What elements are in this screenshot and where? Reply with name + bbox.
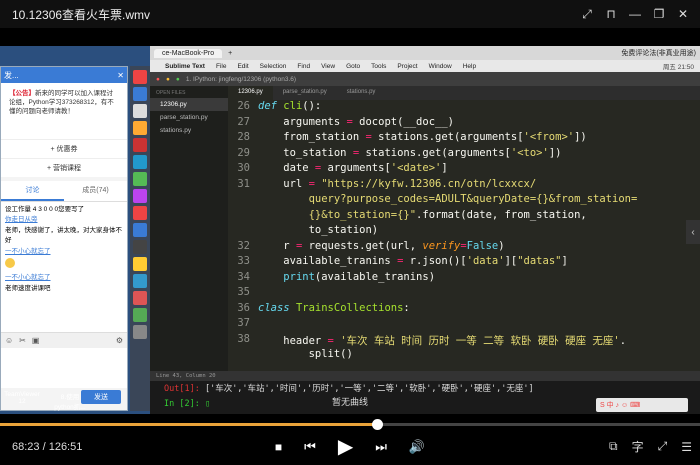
chat-toolbar: ☺ ✂ ▣ ⚙	[1, 332, 127, 348]
smile-emoji-icon	[5, 257, 15, 268]
app-icon[interactable]	[133, 189, 147, 203]
terminal-titlebar: ● ● ● 1. IPython: jingfeng/12306 (python3.…	[150, 72, 700, 86]
app-icon[interactable]	[133, 70, 147, 84]
scissors-icon[interactable]: ✂	[19, 336, 26, 345]
video-player: 10.12306查看火车票.wmv ⤢ ⊓ — ❐ ✕ 发... ✕ 【公告】新…	[0, 0, 700, 465]
pin-icon[interactable]: ⊓	[604, 7, 618, 21]
file-item[interactable]: parse_station.py	[150, 111, 228, 124]
coupon-item[interactable]: + 优惠券	[1, 139, 127, 158]
message-list: 设工作量 4 3 0 0 0您要写了 你走日从旁 老师，快感谢了，讲太晚，对大家身…	[1, 202, 127, 332]
editor-tab[interactable]: parse_station.py	[273, 86, 337, 100]
chat-close-icon[interactable]: ✕	[117, 71, 124, 80]
watermark-logo: S 中 ♪ ☺ ⌨	[596, 398, 688, 412]
add-tab-icon[interactable]: +	[228, 50, 232, 57]
app-icon[interactable]	[133, 172, 147, 186]
tab-discuss[interactable]: 讨论	[1, 181, 64, 201]
file-item[interactable]: 12306.py	[150, 98, 228, 111]
code-editor[interactable]: 26 def cli(): 27 arguments = docopt(__doc…	[228, 100, 700, 414]
list-item: 你走日从旁 老师，快感谢了，讲太晚，对大家身体不好	[5, 216, 122, 245]
caption-text: 暂无曲线	[331, 397, 368, 407]
fullscreen-icon[interactable]: ⤢	[580, 7, 594, 22]
file-sidebar: OPEN FILES 12306.py parse_station.py sta…	[150, 86, 228, 414]
chat-window: 发... ✕ 【公告】新来的同学可以加入课程讨论组，Python学习373268…	[0, 66, 128, 411]
mac-window: ce-MacBook-Pro + 免费评论法(非真业用途) Sublime Te…	[150, 46, 700, 414]
app-icon[interactable]	[133, 121, 147, 135]
editor-tab[interactable]: 12306.py	[228, 86, 273, 100]
browser-tab[interactable]: ce-MacBook-Pro	[154, 48, 223, 58]
app-icon[interactable]	[133, 155, 147, 169]
next-icon[interactable]: ⏭	[375, 439, 387, 455]
clock: 周五 21:50	[662, 64, 694, 71]
play-icon[interactable]: ▶	[338, 434, 353, 459]
list-item: 设工作量 4 3 0 0 0您要写了	[5, 206, 85, 213]
app-icon[interactable]	[133, 206, 147, 220]
app-icon[interactable]	[133, 138, 147, 152]
volume-icon[interactable]: 🔊	[409, 439, 425, 455]
app-icon[interactable]	[133, 223, 147, 237]
list-item: 一不小心就忘了 老师速度讲课吧	[5, 274, 51, 292]
video-title: 10.12306查看火车票.wmv	[12, 7, 151, 22]
app-icon[interactable]	[133, 87, 147, 101]
image-icon[interactable]: ▣	[32, 336, 40, 345]
screenshot-icon[interactable]: ⧉	[609, 439, 618, 454]
stop-icon[interactable]: ■	[275, 440, 282, 454]
previous-icon[interactable]: ⏮	[304, 439, 316, 455]
emoji-icon[interactable]: ☺	[5, 336, 13, 345]
course-item[interactable]: + 营销课程	[1, 158, 127, 177]
video-frame[interactable]: 发... ✕ 【公告】新来的同学可以加入课程讨论组，Python学习373268…	[0, 46, 700, 414]
list-item: 一不小心就忘了	[5, 247, 123, 274]
chevron-left-icon[interactable]: ‹	[686, 220, 700, 244]
app-dock	[130, 66, 150, 411]
app-icon[interactable]	[133, 274, 147, 288]
announcement: 【公告】新来的同学可以加入课程讨论组，Python学习373268312，有不懂…	[1, 83, 127, 139]
app-icon[interactable]	[133, 325, 147, 339]
app-icon[interactable]	[133, 240, 147, 254]
control-bar: 68:23 / 126:51 ■ ⏮ ▶ ⏭ 🔊 ⧉ 字 ⤢ ☰	[0, 428, 700, 465]
file-item[interactable]: stations.py	[150, 124, 228, 137]
chat-header: 发... ✕	[1, 67, 127, 83]
time-display: 68:23 / 126:51	[12, 440, 83, 453]
playlist-icon[interactable]: ☰	[681, 440, 692, 454]
progress-bar[interactable]	[0, 419, 700, 430]
editor-tab[interactable]: stations.py	[337, 86, 386, 100]
app-icon[interactable]	[133, 104, 147, 118]
settings-icon[interactable]: ⚙	[116, 336, 123, 345]
title-bar: 10.12306查看火车票.wmv ⤢ ⊓ — ❐ ✕	[0, 0, 700, 28]
chat-input[interactable]	[1, 348, 127, 388]
minimize-icon[interactable]: —	[628, 7, 642, 21]
app-icon[interactable]	[133, 257, 147, 271]
progress-fill	[0, 423, 378, 426]
fullscreen-toggle-icon[interactable]: ⤢	[658, 439, 668, 454]
app-icon[interactable]	[133, 308, 147, 322]
mac-menubar: Sublime Text File Edit Selection Find Vi…	[150, 60, 700, 72]
subtitle-button[interactable]: 字	[632, 438, 644, 455]
restore-icon[interactable]: ❐	[652, 7, 666, 21]
app-icon[interactable]	[133, 291, 147, 305]
close-icon[interactable]: ✕	[676, 7, 690, 21]
tab-members[interactable]: 成员(74)	[64, 181, 127, 201]
